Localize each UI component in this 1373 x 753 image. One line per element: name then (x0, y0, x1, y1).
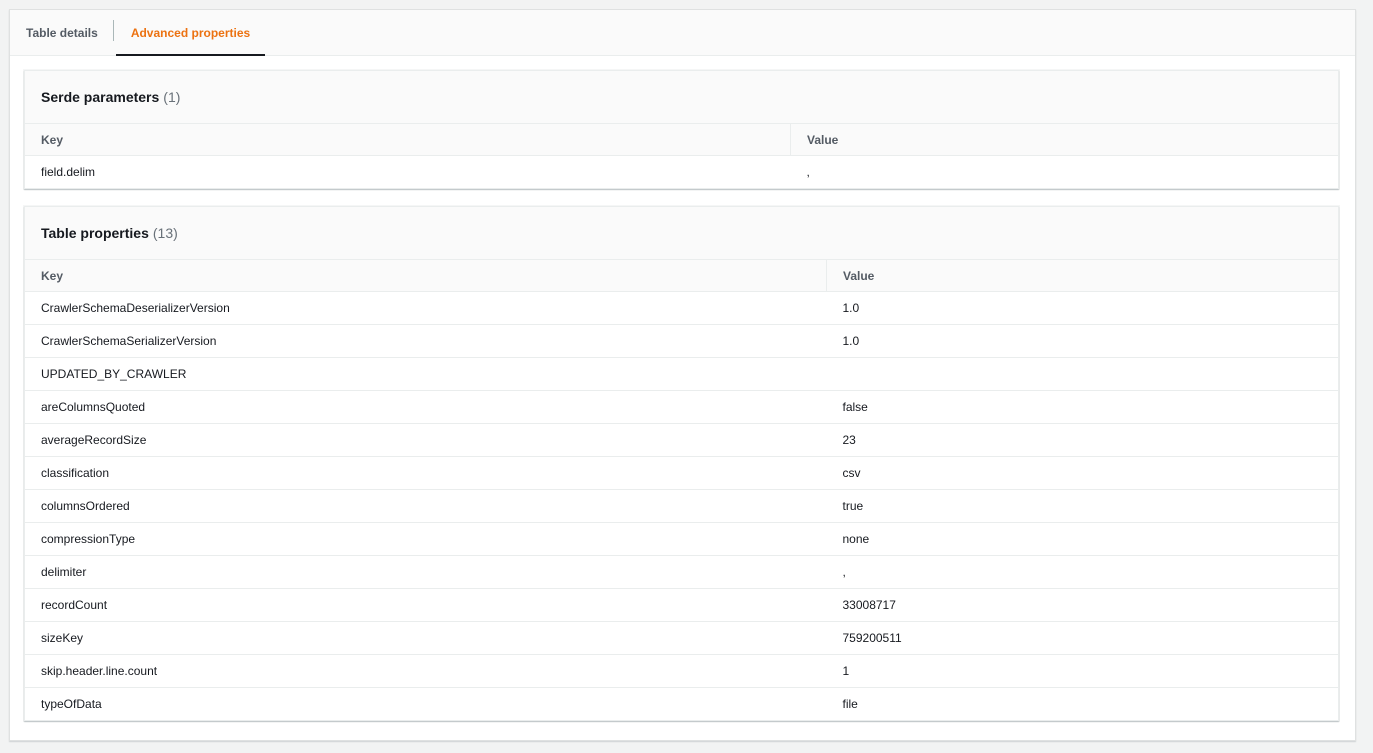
tab-advanced-properties[interactable]: Advanced properties (115, 10, 266, 56)
row-key: CrawlerSchemaDeserializerVersion (25, 291, 827, 325)
advanced-properties-container: Table details Advanced properties Serde … (9, 9, 1356, 741)
tab-bar: Table details Advanced properties (10, 10, 1355, 56)
table-properties-header: Table properties (13) (25, 207, 1338, 260)
table-row: averageRecordSize 23 (25, 423, 1338, 457)
row-key: delimiter (25, 555, 827, 589)
table-row: CrawlerSchemaDeserializerVersion 1.0 (25, 291, 1338, 325)
panel-count: (1) (163, 89, 181, 105)
row-key: recordCount (25, 588, 827, 622)
table-properties-table: Key Value CrawlerSchemaDeserializerVersi… (25, 260, 1338, 720)
row-key: columnsOrdered (25, 489, 827, 523)
row-key: compressionType (25, 522, 827, 556)
row-value: 1 (826, 654, 1338, 688)
row-key: skip.header.line.count (25, 654, 827, 688)
table-row: UPDATED_BY_CRAWLER (25, 357, 1338, 391)
row-value: 33008717 (826, 588, 1338, 622)
panel-title: Table properties (41, 225, 149, 241)
tab-divider (112, 20, 114, 41)
row-value: file (842, 697, 858, 711)
table-row: delimiter, (25, 555, 1338, 589)
row-value (826, 357, 1338, 391)
column-header-value[interactable]: Value (826, 260, 1338, 292)
row-value: , (806, 165, 810, 179)
serde-parameters-header: Serde parameters (1) (25, 71, 1338, 124)
table-properties-panel: Table properties (13) Key Value CrawlerS… (24, 206, 1339, 721)
row-key: areColumnsQuoted (25, 390, 827, 424)
column-header-key[interactable]: Key (25, 260, 827, 292)
row-key: typeOfData (41, 697, 102, 711)
row-value: false (826, 390, 1338, 424)
table-row: field.delim, (25, 156, 1338, 189)
row-value: none (826, 522, 1338, 556)
row-key: sizeKey (25, 621, 827, 655)
table-row: CrawlerSchemaSerializerVersion 1.0 (25, 324, 1338, 358)
table-row: skip.header.line.count 1 (25, 654, 1338, 688)
row-value: 1.0 (826, 291, 1338, 325)
column-header-key[interactable]: Key (25, 124, 791, 156)
table-row: recordCount 33008717 (25, 588, 1338, 622)
column-header-value[interactable]: Value (790, 124, 1338, 156)
panel-count: (13) (152, 225, 178, 241)
row-key: averageRecordSize (25, 423, 827, 457)
row-value: true (826, 489, 1338, 523)
row-value: csv (826, 456, 1338, 490)
table-row: areColumnsQuoted false (25, 390, 1338, 424)
table-row: typeOfData file (25, 688, 1338, 721)
row-value: 1.0 (826, 324, 1338, 358)
table-row: columnsOrdered true (25, 489, 1338, 523)
row-key: classification (25, 456, 827, 490)
row-value: , (826, 555, 1338, 589)
row-value: 23 (826, 423, 1338, 457)
table-row: classification csv (25, 456, 1338, 490)
tab-table-details[interactable]: Table details (10, 10, 113, 55)
row-key: UPDATED_BY_CRAWLER (25, 357, 827, 391)
row-key: field.delim (41, 165, 96, 179)
serde-parameters-table: Key Value field.delim, (25, 124, 1338, 188)
row-key: CrawlerSchemaSerializerVersion (25, 324, 827, 358)
table-row: sizeKey 759200511 (25, 621, 1338, 655)
serde-parameters-panel: Serde parameters (1) Key Value field.del… (24, 70, 1339, 189)
panel-title: Serde parameters (41, 89, 160, 105)
table-row: compressionType none (25, 522, 1338, 556)
row-value: 759200511 (826, 621, 1338, 655)
